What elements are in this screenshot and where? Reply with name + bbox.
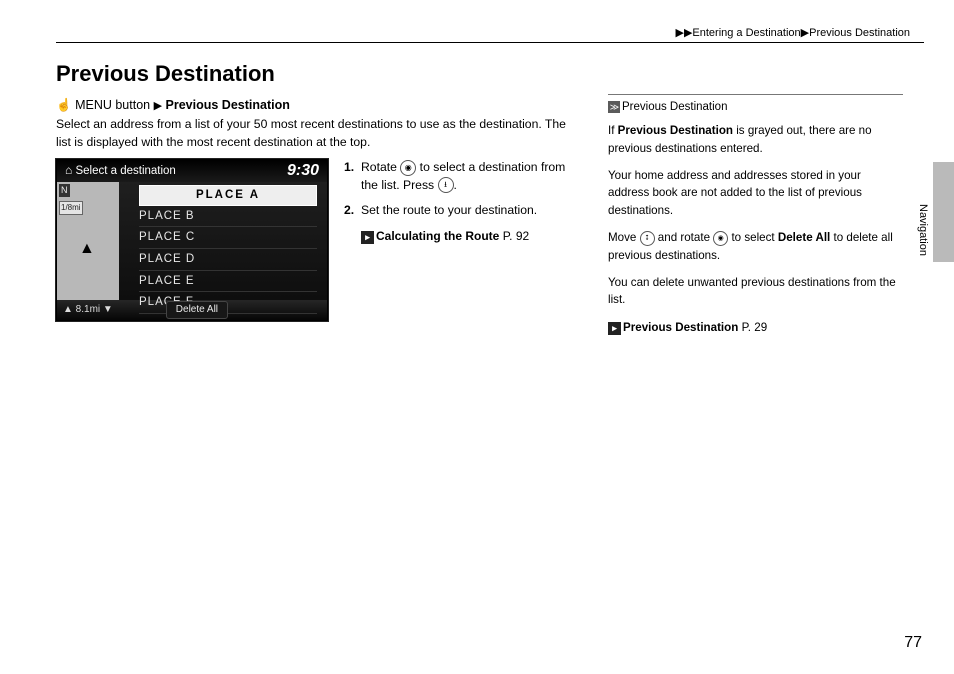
xref-icon: ▸ [608, 322, 621, 335]
xref-label: Previous Destination [623, 321, 738, 334]
menu-hand-icon: ☝ [56, 98, 72, 112]
breadcrumb-page: Previous Destination [809, 27, 910, 39]
xref-label: Calculating the Route [376, 229, 499, 243]
navigation-path: ☝ MENU button ▶ Previous Destination [56, 96, 290, 115]
device-screenshot: ⌂ Select a destination 9:30 N 1/8mi ▲ PL… [56, 159, 328, 321]
side-note-4: You can delete unwanted previous destina… [608, 274, 903, 309]
rotate-dial-icon: ◉ [713, 231, 728, 246]
list-item: PLACE D [139, 249, 317, 271]
breadcrumb: ▶▶Entering a Destination▶Previous Destin… [675, 26, 910, 42]
vehicle-marker-icon: ▲ [79, 237, 95, 260]
path-arrow-icon: ▶ [154, 100, 162, 112]
move-dial-icon: ⭥ [640, 231, 655, 246]
screen-header: Select a destination [75, 165, 175, 177]
list-item: PLACE C [139, 227, 317, 249]
cross-reference: ▸Calculating the Route P. 92 [344, 228, 580, 245]
clock: 9:30 [287, 159, 319, 182]
instruction-steps: Rotate ◉ to select a destination from th… [344, 159, 580, 245]
list-item: PLACE B [139, 206, 317, 228]
destination-list: PLACE A PLACE B PLACE C PLACE D PLACE E … [119, 182, 327, 300]
page-title: Previous Destination [56, 58, 275, 90]
list-item: PLACE A [139, 185, 317, 206]
compass-icon: N [59, 184, 70, 197]
step-1: Rotate ◉ to select a destination from th… [344, 159, 580, 194]
side-note-3: Move ⭥ and rotate ◉ to select Delete All… [608, 229, 903, 264]
path-destination: Previous Destination [166, 98, 290, 112]
side-column: ≫Previous Destination If Previous Destin… [608, 94, 903, 336]
side-note-2: Your home address and addresses stored i… [608, 167, 903, 219]
rotate-dial-icon: ◉ [400, 160, 416, 176]
map-scale: 1/8mi [59, 201, 83, 215]
breadcrumb-sep: ▶ [801, 27, 809, 39]
cross-reference: ▸Previous Destination P. 29 [608, 319, 903, 336]
menu-button-label: MENU button [75, 98, 150, 112]
xref-page: P. 29 [742, 321, 768, 334]
header-rule [56, 42, 924, 43]
section-tab [933, 162, 954, 262]
xref-icon: ▸ [361, 231, 374, 244]
breadcrumb-section: Entering a Destination [692, 27, 800, 39]
breadcrumb-chevrons: ▶▶ [675, 27, 692, 39]
home-icon: ⌂ [65, 163, 72, 177]
press-dial-icon: ⭳ [438, 177, 454, 193]
section-tab-label: Navigation [914, 204, 930, 256]
map-preview: N 1/8mi ▲ [57, 182, 119, 300]
list-item: PLACE E [139, 271, 317, 293]
side-heading: ≫Previous Destination [608, 94, 903, 116]
step-2: Set the route to your destination. [344, 202, 580, 220]
page-number: 77 [904, 631, 922, 654]
side-note-1: If Previous Destination is grayed out, t… [608, 122, 903, 157]
footer-distance: ▲ 8.1mi ▼ [63, 303, 113, 318]
xref-page: P. 92 [503, 229, 529, 243]
delete-all-button: Delete All [166, 301, 228, 320]
side-chevron-icon: ≫ [608, 101, 620, 113]
intro-text: Select an address from a list of your 50… [56, 116, 576, 151]
